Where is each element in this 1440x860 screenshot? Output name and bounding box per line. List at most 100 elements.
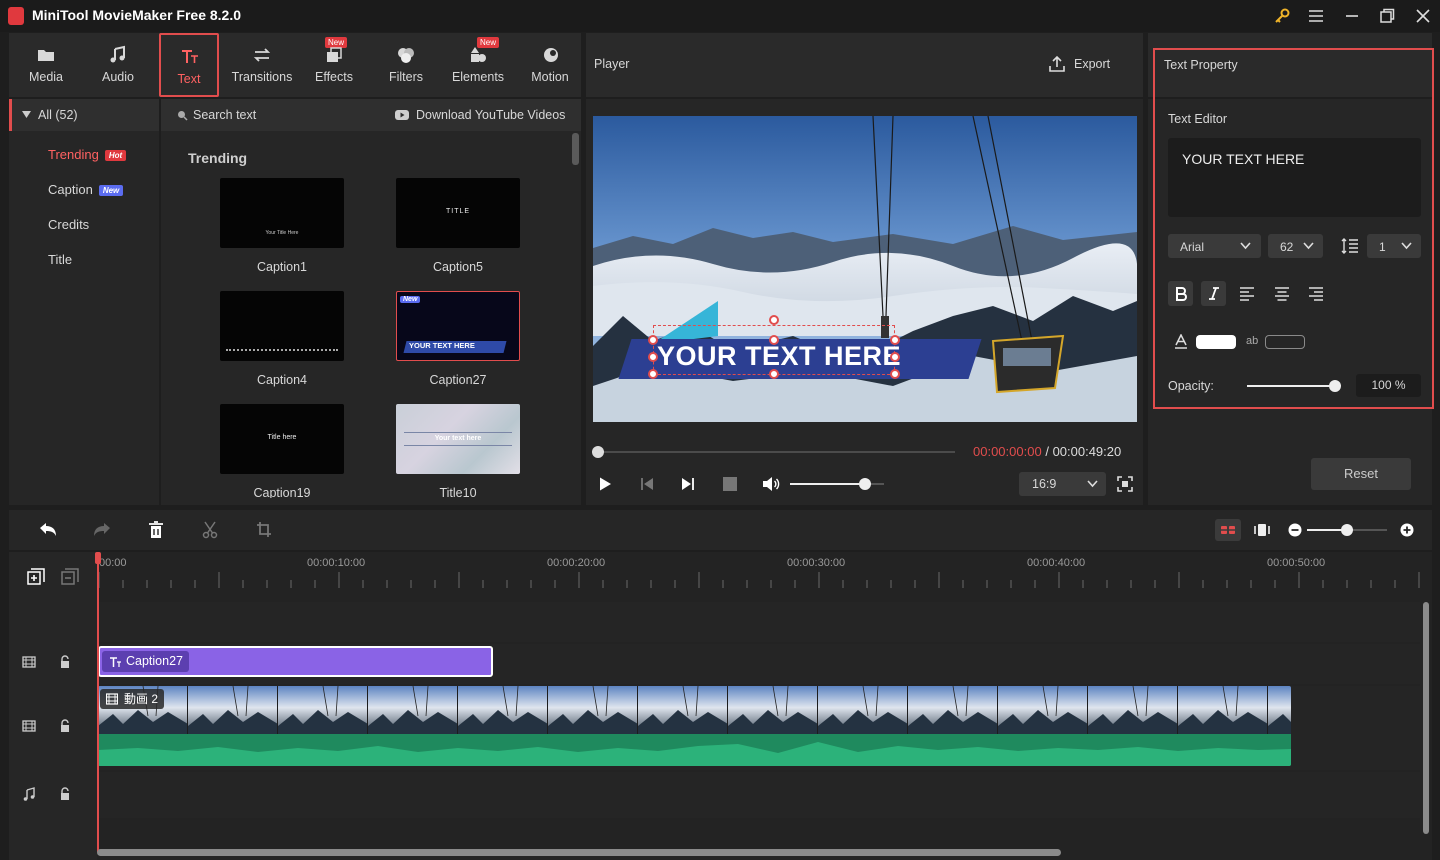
category-all[interactable]: All (52) [9,99,159,131]
volume-slider-knob[interactable] [859,478,871,490]
video-track-lock-icon[interactable] [59,719,71,733]
video-preview[interactable]: YOUR TEXT HERE [593,116,1137,422]
split-button[interactable] [202,521,218,539]
template-thumb-caption1[interactable]: Your Title Here [220,178,344,248]
zoom-out-button[interactable] [1288,523,1302,537]
tab-text[interactable]: Text [159,33,219,97]
rotate-handle[interactable] [769,315,779,325]
stop-button[interactable] [723,477,737,491]
playhead[interactable] [97,554,99,852]
resize-handle[interactable] [769,335,779,345]
volume-slider-track[interactable] [790,478,884,490]
zoom-in-button[interactable] [1400,523,1414,537]
playback-progress-track[interactable] [592,446,955,458]
text-overlay[interactable]: YOUR TEXT HERE [657,341,901,372]
zoom-slider-knob[interactable] [1341,524,1353,536]
delete-button[interactable] [148,521,164,539]
undo-button[interactable] [38,521,58,539]
font-size-select[interactable]: 62 [1268,234,1323,258]
crop-icon [257,522,271,537]
volume-button[interactable] [761,475,781,493]
next-frame-button[interactable] [680,476,696,492]
tab-filters[interactable]: Filters [371,33,441,97]
add-track-button[interactable] [27,568,45,586]
background-color-swatch[interactable] [1265,335,1305,349]
category-title[interactable]: Title [48,252,72,267]
line-spacing-value: 1 [1379,240,1386,254]
resize-handle[interactable] [769,369,779,379]
resize-handle[interactable] [648,369,658,379]
category-label: Caption [48,182,93,197]
template-thumb-caption19[interactable]: Title here [220,404,344,474]
reset-button[interactable]: Reset [1311,458,1411,490]
opacity-value-input[interactable]: 100 % [1356,374,1421,397]
download-youtube-link[interactable]: Download YouTube Videos [416,108,565,122]
opacity-slider-knob[interactable] [1329,380,1341,392]
category-caption[interactable]: Caption New [48,182,124,197]
snap-toggle[interactable] [1215,519,1241,541]
text-editor-input[interactable]: YOUR TEXT HERE [1168,138,1421,217]
tab-motion[interactable]: Motion [515,33,585,97]
resize-handle[interactable] [648,352,658,362]
tab-effects[interactable]: New Effects [299,33,369,97]
tab-transitions[interactable]: Transitions [227,33,297,97]
text-icon [110,657,121,667]
category-panel: All (52) Trending Hot Caption New Credits … [9,99,159,505]
template-thumb-caption5[interactable]: TITLE [396,178,520,248]
category-credits[interactable]: Credits [48,217,89,232]
redo-button[interactable] [92,521,112,539]
app-logo-icon [8,7,24,25]
zoom-slider-track[interactable] [1307,524,1387,536]
library-scrollbar[interactable] [572,133,579,165]
maximize-icon[interactable] [1377,6,1397,26]
close-icon[interactable] [1413,6,1433,26]
playhead-handle[interactable] [95,552,101,564]
video-clip[interactable]: 動画 2 [98,686,1291,766]
swap-arrows-icon [252,45,272,65]
tab-media[interactable]: Media [11,33,81,97]
align-right-button[interactable] [1306,284,1326,304]
fullscreen-button[interactable] [1117,476,1133,492]
font-family-select[interactable]: Arial [1168,234,1261,258]
font-size-value: 62 [1280,240,1294,254]
resize-handle[interactable] [890,352,900,362]
align-center-button[interactable] [1272,284,1292,304]
category-trending[interactable]: Trending Hot [48,147,127,162]
text-clip[interactable]: Caption27 [98,646,493,677]
resize-handle[interactable] [648,335,658,345]
italic-icon [1209,287,1219,300]
playback-progress-knob[interactable] [592,446,604,458]
bold-button[interactable] [1168,281,1193,306]
template-thumb-title10[interactable]: Your text here [396,404,520,474]
aspect-ratio-select[interactable]: 16:9 [1019,472,1106,496]
audio-track-row [97,772,1420,818]
remove-track-button[interactable] [61,568,79,586]
text-color-swatch[interactable] [1196,335,1236,349]
fit-timeline-button[interactable] [1254,521,1270,539]
menu-icon[interactable] [1306,6,1326,26]
search-input[interactable]: Search text [193,108,256,122]
timeline-ruler[interactable]: 00:00 00:00:10:00 00:00:20:00 00:00:30:0… [97,552,1432,600]
timeline-vertical-scrollbar[interactable] [1423,602,1429,834]
play-icon [600,477,611,491]
template-thumb-caption4[interactable] [220,291,344,361]
resize-handle[interactable] [890,335,900,345]
line-spacing-select[interactable]: 1 [1367,234,1421,258]
text-track-lock-icon[interactable] [59,655,71,669]
italic-button[interactable] [1201,281,1226,306]
opacity-slider-track[interactable] [1247,380,1341,392]
align-left-button[interactable] [1237,284,1257,304]
audio-track-lock-icon[interactable] [59,787,71,801]
resize-handle[interactable] [890,369,900,379]
template-thumb-caption27[interactable]: New YOUR TEXT HERE [396,291,520,361]
timeline-horizontal-scrollbar[interactable] [97,849,1061,856]
crop-button[interactable] [256,521,272,539]
minimize-icon[interactable] [1342,6,1362,26]
previous-frame-button[interactable] [639,476,655,492]
thumb-preview-line [404,432,512,433]
play-button[interactable] [597,476,613,492]
key-icon[interactable] [1272,6,1292,26]
export-button[interactable]: Export [1046,53,1136,75]
tab-audio[interactable]: Audio [83,33,153,97]
tab-elements[interactable]: New Elements [443,33,513,97]
